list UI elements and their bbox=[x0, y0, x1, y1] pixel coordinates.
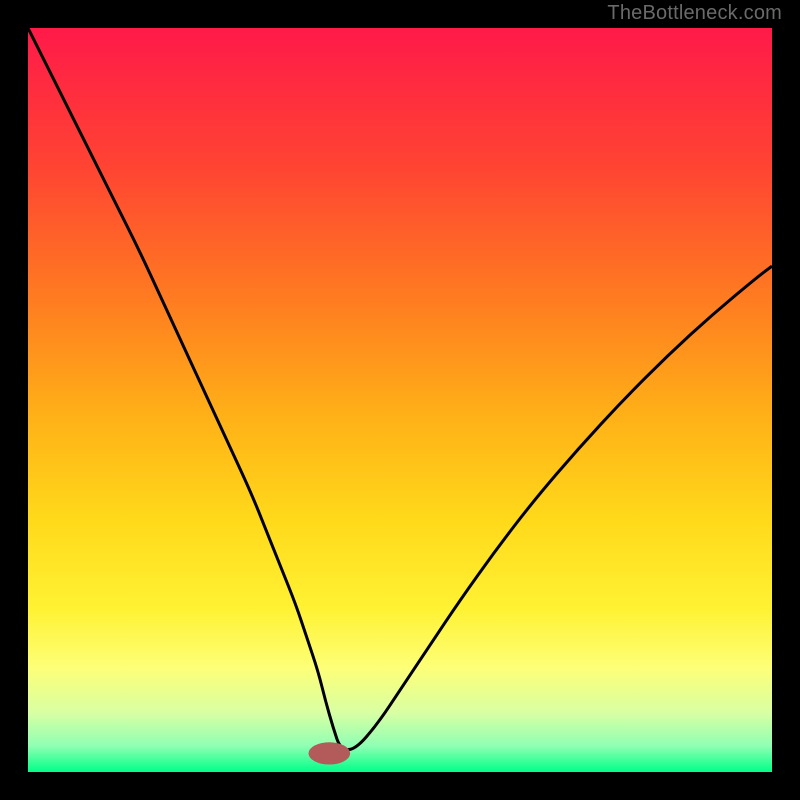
gradient-background bbox=[28, 28, 772, 772]
plot-area bbox=[28, 28, 772, 772]
chart-frame: TheBottleneck.com bbox=[0, 0, 800, 800]
chart-svg bbox=[28, 28, 772, 772]
optimal-point-marker bbox=[308, 742, 350, 764]
watermark-text: TheBottleneck.com bbox=[607, 2, 782, 25]
